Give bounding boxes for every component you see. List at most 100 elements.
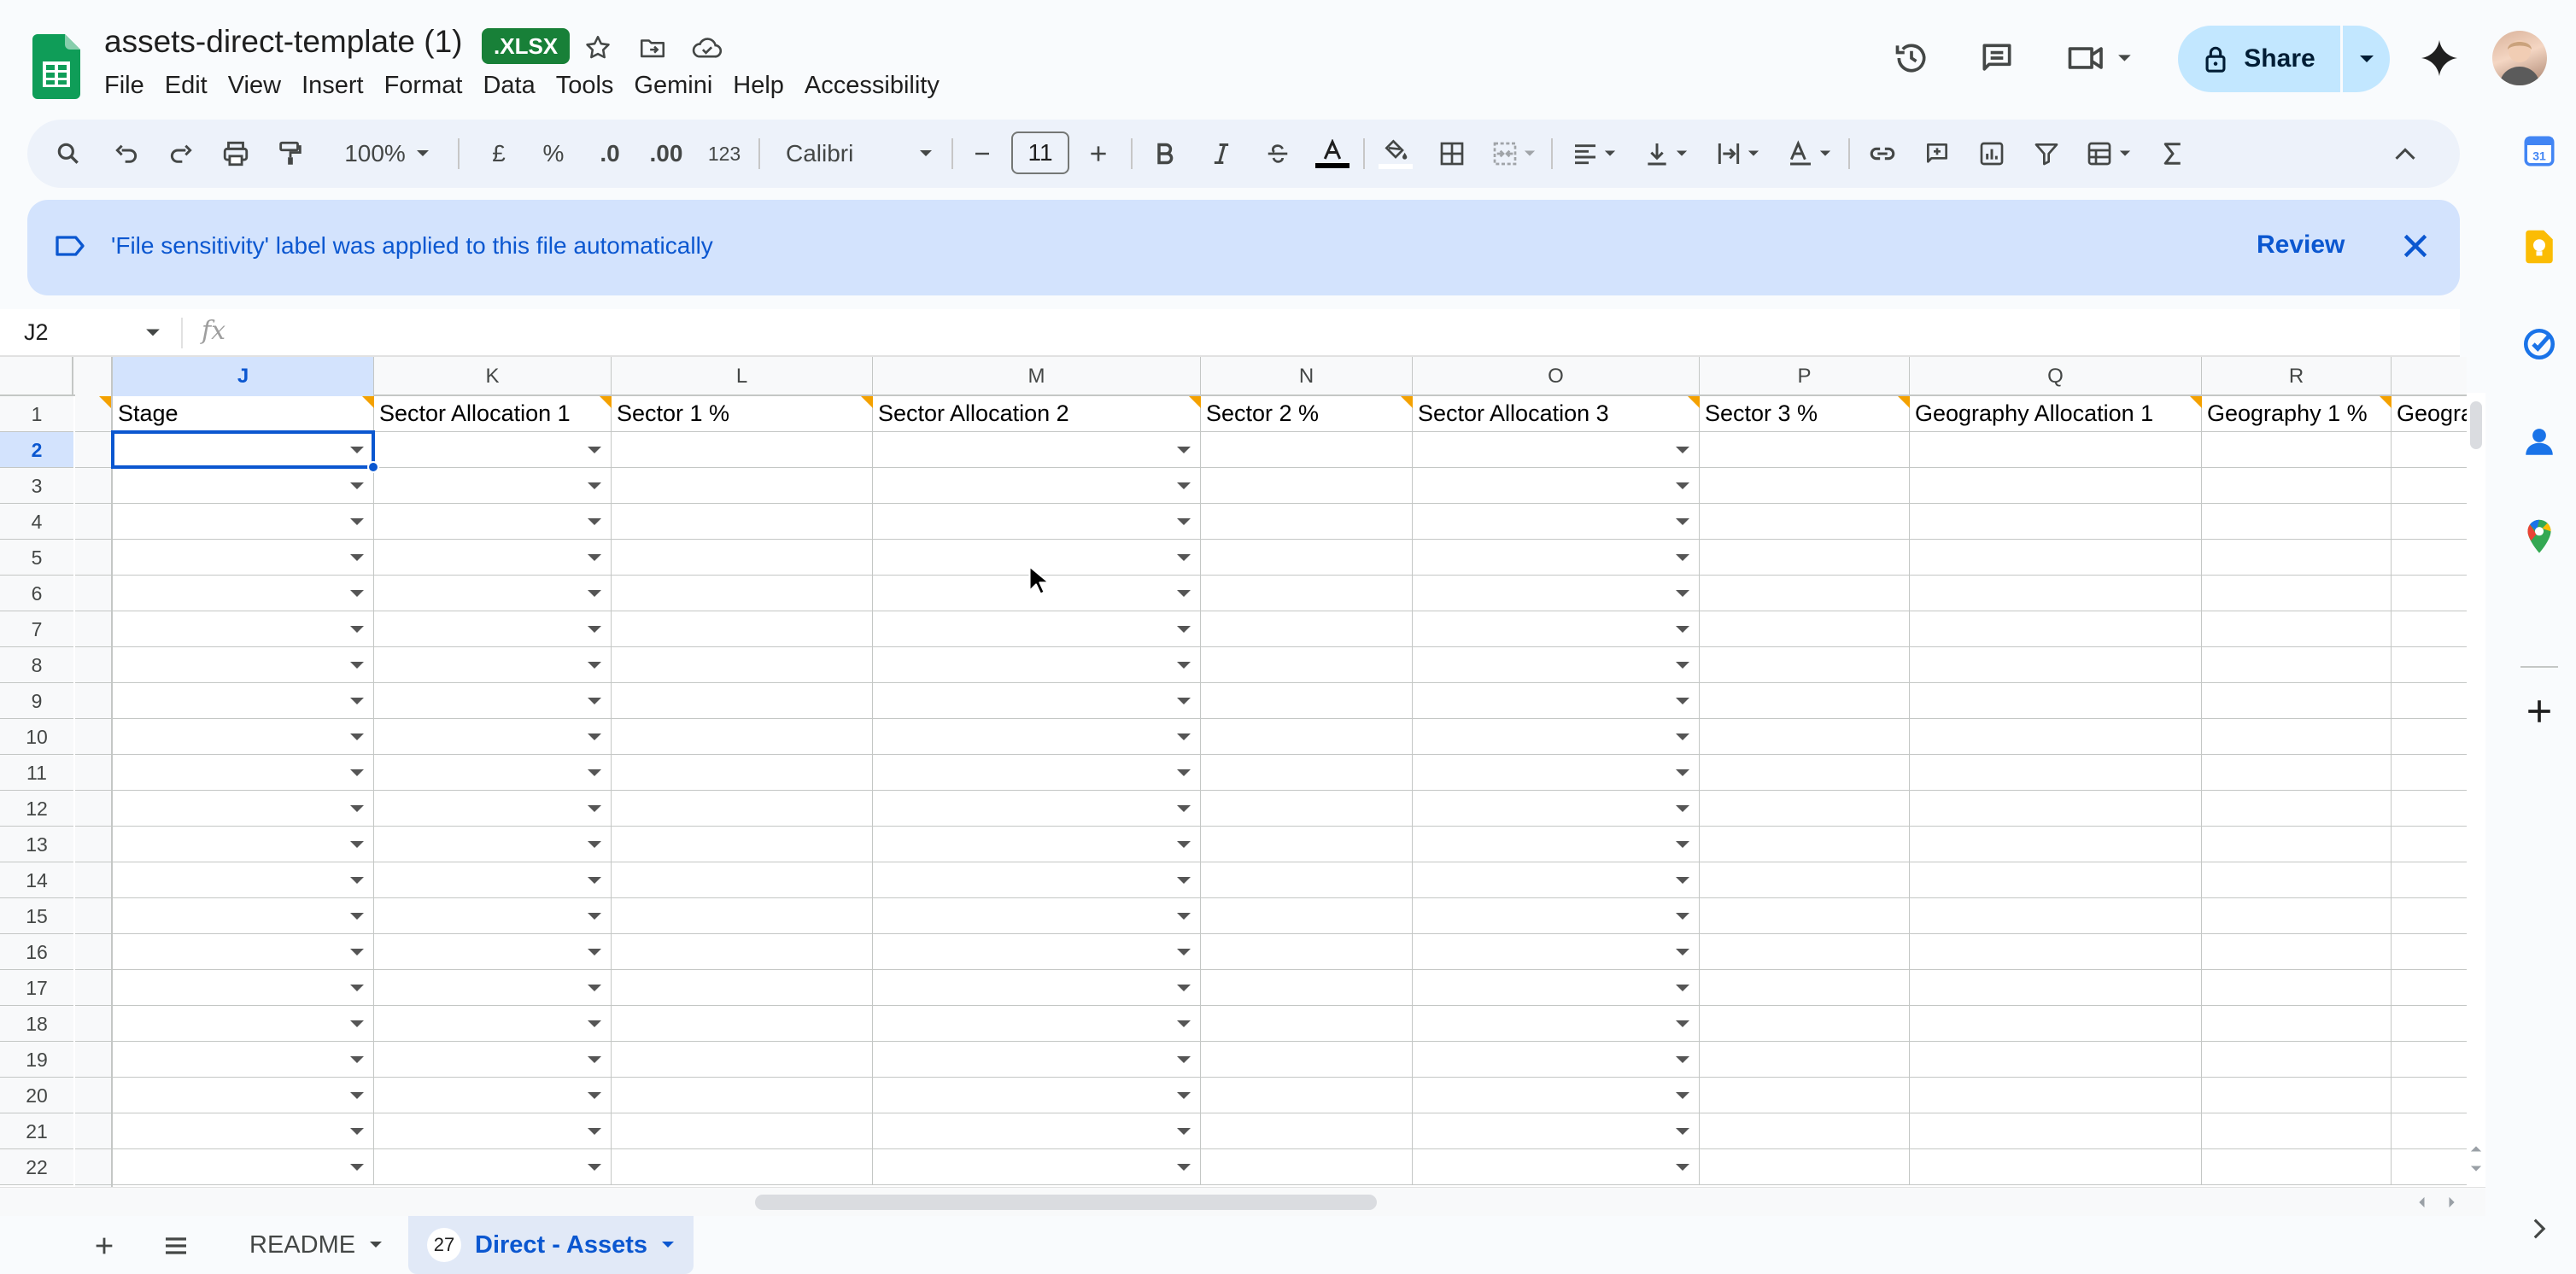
table-cell[interactable] [873,468,1201,504]
table-cell[interactable] [2392,1149,2467,1185]
table-cell[interactable] [374,647,612,683]
table-cell[interactable] [2202,719,2392,755]
table-cell[interactable] [1201,970,1413,1006]
dropdown-chip-icon[interactable] [588,877,601,884]
menu-data[interactable]: Data [483,70,550,101]
vertical-align-button[interactable] [1633,120,1698,188]
review-button[interactable]: Review [2257,231,2345,260]
dropdown-chip-icon[interactable] [350,482,364,489]
document-title[interactable]: assets-direct-template (1) [104,24,462,60]
maps-icon[interactable] [2516,514,2562,560]
table-cell[interactable] [2392,755,2467,791]
table-cell[interactable] [873,1113,1201,1149]
table-cell[interactable] [873,647,1201,683]
font-size-input[interactable]: 11 [1011,131,1069,174]
dropdown-chip-icon[interactable] [1177,805,1191,812]
table-cell[interactable] [1413,1113,1700,1149]
column-header[interactable]: O [1413,357,1700,396]
dropdown-chip-icon[interactable] [1676,590,1689,597]
table-cell[interactable] [374,1149,612,1185]
table-cell[interactable] [1201,791,1413,827]
dropdown-chip-icon[interactable] [350,698,364,704]
table-cell[interactable] [1910,1042,2202,1078]
dropdown-chip-icon[interactable] [350,913,364,920]
table-cell[interactable] [1910,755,2202,791]
table-cell[interactable] [1910,791,2202,827]
dropdown-chip-icon[interactable] [588,482,601,489]
table-cell[interactable] [1700,719,1910,755]
column-header[interactable]: P [1700,357,1910,396]
close-icon[interactable] [2398,229,2433,263]
table-cell[interactable] [1413,647,1700,683]
get-addons-icon[interactable] [2516,688,2562,734]
table-cell[interactable] [1910,970,2202,1006]
dropdown-chip-icon[interactable] [1177,913,1191,920]
table-cell[interactable] [2202,898,2392,934]
table-cell[interactable] [374,683,612,719]
menu-tools[interactable]: Tools [556,70,629,101]
table-cell[interactable] [612,755,873,791]
dropdown-chip-icon[interactable] [350,805,364,812]
table-cell[interactable] [374,1078,612,1113]
dropdown-chip-icon[interactable] [350,841,364,848]
table-cell[interactable] [612,611,873,647]
insert-comment-button[interactable] [1913,120,1961,188]
dropdown-chip-icon[interactable] [350,949,364,956]
dropdown-chip-icon[interactable] [588,841,601,848]
table-cell[interactable] [2392,1113,2467,1149]
row-header[interactable]: 7 [0,611,73,647]
table-cell[interactable] [1700,970,1910,1006]
table-cell[interactable] [374,791,612,827]
row-header[interactable]: 9 [0,683,73,719]
table-cell[interactable] [873,934,1201,970]
table-cell[interactable] [113,540,374,576]
dropdown-chip-icon[interactable] [1177,1164,1191,1171]
table-cell[interactable] [612,862,873,898]
dropdown-chip-icon[interactable] [1177,590,1191,597]
comments-icon[interactable] [1970,31,2024,85]
table-cell[interactable] [374,827,612,862]
table-cell[interactable] [873,862,1201,898]
fill-color-button[interactable] [1372,120,1420,188]
table-cell[interactable] [612,827,873,862]
column-header[interactable]: R [2202,357,2392,396]
row-header[interactable]: 15 [0,898,73,934]
table-cell[interactable] [1700,504,1910,540]
row-header[interactable]: 6 [0,576,73,611]
row-header[interactable]: 16 [0,934,73,970]
sheets-logo-icon[interactable] [32,34,80,99]
table-cell[interactable] [1700,755,1910,791]
dropdown-chip-icon[interactable] [1177,877,1191,884]
column-header[interactable]: N [1201,357,1413,396]
header-cell[interactable]: Sector 2 % [1201,396,1413,432]
table-cell[interactable] [1413,683,1700,719]
dropdown-chip-icon[interactable] [350,1164,364,1171]
table-cell[interactable] [1201,1042,1413,1078]
dropdown-chip-icon[interactable] [588,518,601,525]
table-cell[interactable] [873,611,1201,647]
name-box[interactable]: J2 [24,319,49,346]
row-header[interactable]: 4 [0,504,73,540]
dropdown-chip-icon[interactable] [588,590,601,597]
menu-gemini[interactable]: Gemini [634,70,728,101]
table-cell[interactable] [1201,1078,1413,1113]
table-cell[interactable] [374,611,612,647]
table-cell[interactable] [374,468,612,504]
table-cell[interactable] [2202,468,2392,504]
table-cell[interactable] [1910,827,2202,862]
table-cell[interactable] [1413,1042,1700,1078]
table-cell[interactable] [374,1113,612,1149]
table-cell[interactable] [1700,432,1910,468]
row-header[interactable]: 2 [0,432,73,468]
table-cell[interactable] [612,1006,873,1042]
table-cell[interactable] [1201,468,1413,504]
row-header[interactable]: 1 [0,396,73,432]
dropdown-chip-icon[interactable] [588,447,601,453]
dropdown-chip-icon[interactable] [1177,518,1191,525]
table-cell[interactable] [1910,1113,2202,1149]
dropdown-chip-icon[interactable] [350,769,364,776]
cloud-saved-icon[interactable] [688,29,726,67]
table-cell[interactable] [113,1042,374,1078]
dropdown-chip-icon[interactable] [1676,949,1689,956]
dropdown-chip-icon[interactable] [1676,662,1689,669]
